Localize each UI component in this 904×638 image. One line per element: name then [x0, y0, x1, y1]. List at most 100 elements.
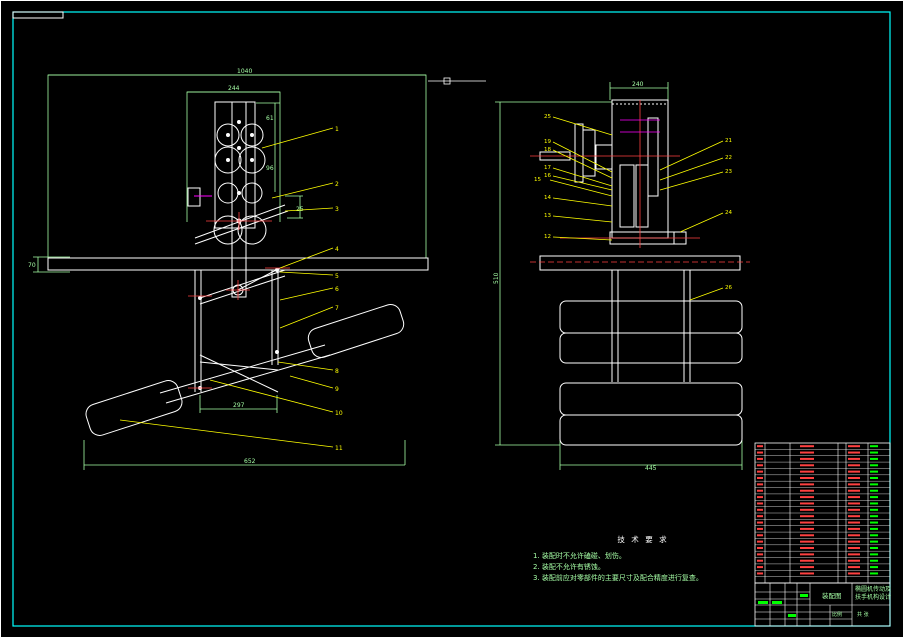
parts-list-cell-mark	[757, 457, 763, 460]
balloon-26: 26	[725, 285, 732, 291]
parts-list-cell-mark	[800, 515, 814, 518]
drawing-svg: 1040 244 652 297 70 25 61 96 1 2 3 4 5 6…	[0, 0, 904, 638]
balloon-6: 6	[335, 286, 339, 293]
parts-list-cell-mark	[800, 540, 814, 543]
parts-list-cell-mark	[848, 451, 860, 454]
tech-note-2: 2. 装配不允许有锈蚀。	[533, 563, 605, 571]
balloon-18: 18	[544, 147, 551, 153]
parts-list-cell-mark	[848, 477, 860, 479]
parts-list-cell-mark	[800, 527, 814, 530]
parts-list-cell-mark	[757, 534, 763, 537]
parts-list-cell-mark	[870, 496, 878, 499]
dim-bottom-width: 652	[244, 458, 256, 465]
tech-notes-title: 技 术 要 求	[617, 535, 669, 544]
parts-list-cell-mark	[870, 451, 878, 454]
parts-list-cell-mark	[870, 566, 878, 569]
parts-list-cell-mark	[848, 489, 860, 492]
parts-list	[754, 442, 891, 584]
parts-list-cell-mark	[870, 464, 878, 467]
parts-list-cell-mark	[848, 553, 860, 556]
dim-overall-width: 1040	[237, 68, 252, 75]
parts-list-cell-mark	[757, 553, 763, 556]
balloon-16: 16	[544, 173, 551, 179]
dim-top-small: 61	[266, 115, 274, 122]
parts-list-cell-mark	[870, 489, 878, 492]
parts-list-cell-mark	[800, 470, 814, 473]
balloon-21: 21	[725, 138, 732, 144]
parts-list-cell-mark	[757, 572, 763, 575]
balloon-14: 14	[544, 195, 551, 201]
parts-list-cell-mark	[848, 457, 860, 460]
dim-side-top-width: 240	[632, 81, 644, 88]
title-block: 装配图 椭圆机传动及扶手机构设计 共 张 比例	[754, 582, 891, 627]
balloon-4: 4	[335, 246, 339, 253]
parts-list-cell-mark	[800, 521, 814, 524]
parts-list-cell-mark	[757, 559, 763, 562]
parts-list-cell-mark	[757, 521, 763, 524]
parts-list-cell-mark	[848, 496, 860, 499]
balloon-17: 17	[544, 165, 551, 171]
balloon-13: 13	[544, 213, 551, 219]
parts-list-cell-mark	[757, 566, 763, 569]
parts-list-cell-mark	[800, 572, 814, 575]
parts-list-cell-mark	[800, 451, 814, 454]
parts-list-cell-mark	[848, 547, 860, 549]
parts-list-cell-mark	[848, 508, 860, 511]
code-box	[12, 11, 64, 19]
balloon-1: 1	[335, 126, 339, 133]
parts-list-cell-mark	[870, 572, 878, 575]
drawing-name: 装配图	[822, 591, 842, 600]
parts-list-cell-mark	[800, 566, 814, 569]
parts-list-cell-mark	[870, 483, 878, 486]
parts-list-cell-mark	[870, 445, 878, 448]
parts-list-cell-mark	[800, 547, 814, 549]
parts-list-cell-mark	[800, 489, 814, 492]
parts-list-cell-mark	[757, 502, 763, 505]
parts-list-cell-mark	[800, 502, 814, 505]
parts-list-cell-mark	[800, 534, 814, 537]
parts-list-cell-mark	[757, 445, 763, 448]
dim-left-height: 70	[28, 262, 36, 269]
parts-list-cell-mark	[848, 502, 860, 505]
parts-list-cell-mark	[800, 496, 814, 499]
project-name: 椭圆机传动及扶手机构设计	[855, 585, 891, 601]
parts-list-cell-mark	[800, 559, 814, 562]
balloon-10: 10	[335, 410, 343, 417]
balloon-8: 8	[335, 368, 339, 375]
dim-side-bottom-width: 445	[645, 465, 657, 472]
drawing-frame	[12, 11, 891, 627]
parts-list-cell-mark	[757, 527, 763, 530]
side-view: 240 510 445 25 19 18 17 16 15 14 13 12 2…	[493, 81, 750, 472]
parts-list-cell-mark	[800, 483, 814, 486]
parts-list-cell-mark	[757, 489, 763, 492]
parts-list-cell-mark	[757, 464, 763, 467]
balloon-2: 2	[335, 181, 339, 188]
parts-list-cell-mark	[870, 457, 878, 460]
parts-list-cell-mark	[757, 470, 763, 473]
parts-list-cell-mark	[870, 521, 878, 524]
cad-drawing-canvas[interactable]: 1040 244 652 297 70 25 61 96 1 2 3 4 5 6…	[0, 0, 904, 638]
parts-list-cell-mark	[848, 566, 860, 569]
parts-list-cell-mark	[848, 470, 860, 473]
front-view: 1040 244 652 297 70 25 61 96 1 2 3 4 5 6…	[28, 68, 486, 470]
parts-list-cell-mark	[757, 515, 763, 518]
parts-list-cell-mark	[800, 477, 814, 479]
balloon-3: 3	[335, 206, 339, 213]
parts-list-cell-mark	[870, 508, 878, 511]
parts-list-cell-mark	[757, 508, 763, 511]
parts-list-cell-mark	[870, 534, 878, 537]
technical-requirements: 技 术 要 求 1. 装配时不允许磕碰、划伤。 2. 装配不允许有锈蚀。 3. …	[533, 534, 753, 584]
balloon-15: 15	[534, 177, 541, 183]
dim-side-height: 510	[493, 272, 500, 284]
parts-list-cell-mark	[848, 559, 860, 562]
parts-list-cell-mark	[757, 540, 763, 543]
parts-list-cell-mark	[757, 451, 763, 454]
balloon-25: 25	[544, 114, 551, 120]
parts-list-cell-mark	[848, 445, 860, 448]
parts-list-cell-mark	[848, 527, 860, 530]
parts-list-cell-mark	[870, 502, 878, 505]
balloon-11: 11	[335, 445, 343, 452]
balloon-12: 12	[544, 234, 551, 240]
parts-list-cell-mark	[848, 464, 860, 467]
balloon-9: 9	[335, 386, 339, 393]
